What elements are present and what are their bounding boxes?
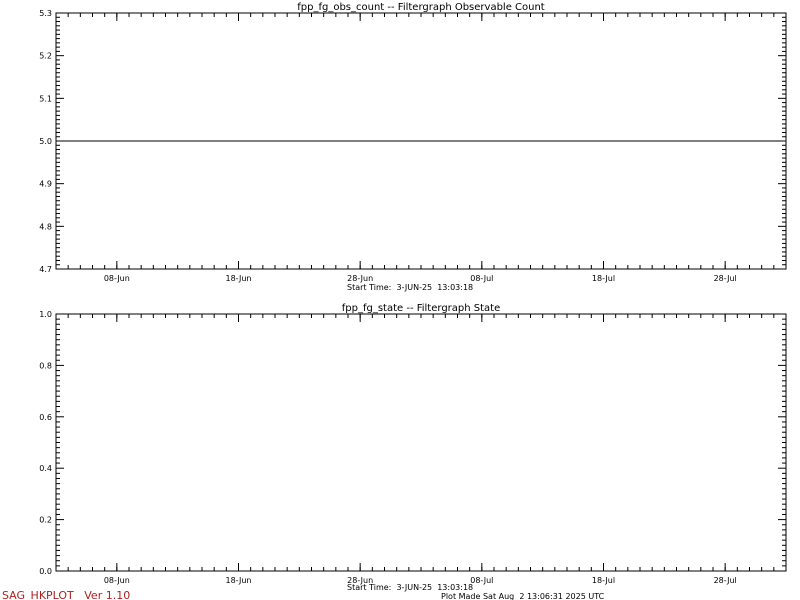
hkplot-canvas: fpp_fg_obs_count -- Filtergraph Observab… [39,2,787,585]
plot2-ytick-label: 0.2 [39,516,52,525]
plot1-title: fpp_fg_obs_count -- Filtergraph Observab… [297,2,545,13]
hkplot-page: fpp_fg_obs_count -- Filtergraph Observab… [0,0,800,600]
plot1-xtick-label: 28-Jun [347,274,373,283]
plot2-ytick-label: 0.6 [39,413,52,422]
plot2-frame [55,313,787,572]
plot2-ytick-label: 1.0 [39,310,52,319]
plot1-ytick-label: 5.3 [39,9,52,18]
plot1-ytick-label: 4.9 [39,180,52,189]
plot2-xtick-label: 28-Jul [714,576,737,585]
plot2-ytick-label: 0.8 [39,361,52,370]
plot1-xtick-label: 18-Jun [225,274,251,283]
plot2-xtick-label: 08-Jun [104,576,130,585]
plot1-ytick-label: 5.2 [39,52,52,61]
plot1-ytick-label: 4.8 [39,222,52,231]
plot2-ytick-label: 0.0 [39,567,52,576]
plot-made-timestamp: Plot Made Sat Aug 2 13:06:31 2025 UTC [441,592,605,600]
plot1-xtick-label: 28-Jul [714,274,737,283]
plot1-start-time: Start Time: 3-JUN-25 13:03:18 [347,283,474,292]
plot1-xtick-label: 18-Jul [592,274,615,283]
plot2-start-time: Start Time: 3-JUN-25 13:03:18 [347,583,474,592]
plot2-xtick-label: 18-Jul [592,576,615,585]
plot2-title: fpp_fg_state -- Filtergraph State [342,303,501,314]
plot1-xtick-label: 08-Jul [470,274,493,283]
plot2-xtick-label: 18-Jun [225,576,251,585]
plot1-ytick-label: 5.1 [39,94,52,103]
plot1-ytick-label: 4.7 [39,265,52,274]
plot2-ytick-label: 0.4 [39,464,52,473]
plot1-ytick-label: 5.0 [39,137,52,146]
program-version-label: SAG_HKPLOT Ver 1.10 [2,589,131,600]
plot2-xtick-label: 08-Jul [470,576,493,585]
plot1-xtick-label: 08-Jun [104,274,130,283]
